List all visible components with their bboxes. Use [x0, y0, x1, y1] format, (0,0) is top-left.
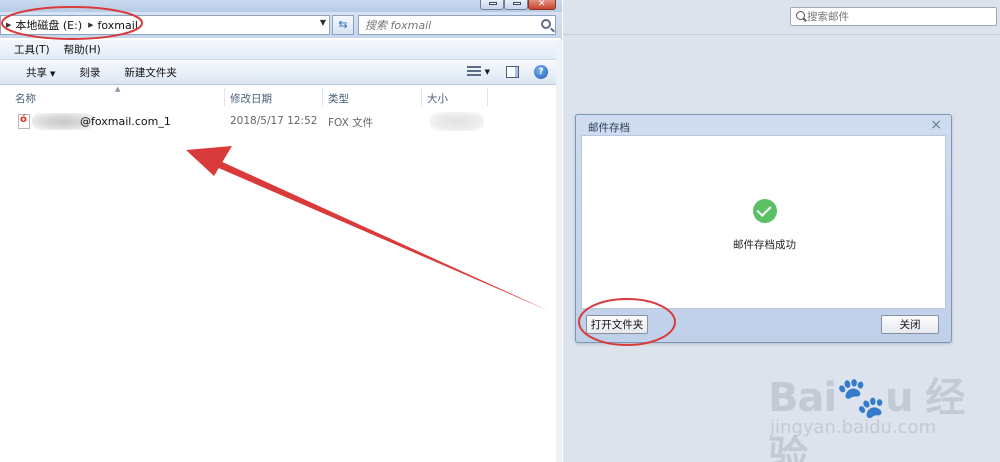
address-bar: ▶ 本地磁盘 (E:) ▶ foxmail ▼ ⇆ [0, 12, 562, 38]
burn-button[interactable]: 刻录 [73, 65, 106, 80]
explorer-titlebar: ✕ [0, 0, 562, 12]
redacted-file-size [430, 112, 484, 131]
file-type: FOX 文件 [328, 117, 374, 129]
share-label: 共享 [26, 67, 47, 79]
breadcrumb-drive[interactable]: 本地磁盘 (E:) [15, 17, 82, 33]
column-header: ▲ 名称 修改日期 类型 大小 [0, 85, 556, 108]
sort-ascending-icon: ▲ [115, 85, 121, 93]
toolbar-right: ▼ ? [466, 65, 548, 79]
close-icon[interactable]: × [930, 117, 942, 133]
baidu-logo: Bai🐾u 经验 [768, 375, 965, 462]
menu-tools[interactable]: 工具(T) [0, 42, 57, 57]
minimize-icon [489, 2, 497, 5]
address-box[interactable]: ▶ 本地磁盘 (E:) ▶ foxmail ▼ [0, 15, 330, 35]
column-divider[interactable] [224, 88, 225, 106]
file-name: @foxmail.com_1 [80, 115, 171, 128]
window-close-button[interactable]: ✕ [528, 0, 556, 10]
file-modified-date: 2018/5/17 12:52 [230, 115, 318, 127]
open-folder-button[interactable]: 打开文件夹 [586, 315, 648, 334]
refresh-button[interactable]: ⇆ [332, 15, 354, 35]
explorer-scrollbar[interactable] [556, 40, 562, 462]
maximize-button[interactable] [504, 0, 528, 10]
search-icon[interactable] [541, 19, 551, 29]
archive-dialog: 邮件存档 × 邮件存档成功 打开文件夹 关闭 [575, 114, 952, 343]
refresh-icon: ⇆ [338, 18, 348, 31]
chevron-down-icon: ▼ [50, 70, 56, 78]
column-divider[interactable] [487, 88, 488, 106]
column-modified[interactable]: 修改日期 [230, 91, 272, 106]
close-button[interactable]: 关闭 [881, 315, 939, 334]
dialog-message: 邮件存档成功 [733, 239, 796, 251]
success-check-icon [753, 199, 777, 223]
explorer-search-input[interactable] [365, 18, 535, 32]
column-type[interactable]: 类型 [328, 91, 349, 106]
preview-pane-icon[interactable] [506, 66, 519, 78]
command-bar: 共享 ▼ 刻录 新建文件夹 ▼ ? [0, 61, 556, 85]
breadcrumb-arrow-icon[interactable]: ▶ [88, 21, 93, 29]
chevron-down-icon[interactable]: ▼ [485, 68, 490, 76]
mail-search-box[interactable] [790, 7, 997, 26]
menu-bar: 工具(T) 帮助(H) [0, 40, 556, 60]
file-list[interactable] [0, 108, 556, 462]
breadcrumb-arrow-icon[interactable]: ▶ [6, 21, 11, 29]
mail-search-input[interactable] [807, 9, 987, 24]
watermark-url: jingyan.baidu.com [770, 417, 937, 438]
column-size[interactable]: 大小 [427, 91, 448, 106]
dialog-body: 邮件存档成功 [581, 135, 946, 309]
breadcrumb-folder[interactable]: foxmail [98, 19, 138, 32]
explorer-window: ✕ ▶ 本地磁盘 (E:) ▶ foxmail ▼ ⇆ 工具(T) 帮助(H) … [0, 0, 562, 462]
baidu-watermark: Bai🐾u 经验 jingyan.baidu.com [768, 365, 998, 462]
column-divider[interactable] [421, 88, 422, 106]
menu-help[interactable]: 帮助(H) [57, 42, 108, 57]
divider [563, 34, 1000, 35]
file-row[interactable]: @foxmail.com_1 2018/5/17 12:52 FOX 文件 [14, 112, 494, 132]
search-icon [796, 11, 805, 20]
share-button[interactable]: 共享 ▼ [20, 65, 61, 80]
close-icon: ✕ [538, 0, 546, 9]
dialog-title: 邮件存档 [588, 122, 630, 134]
address-dropdown-icon[interactable]: ▼ [320, 18, 326, 27]
foxmail-file-icon [18, 114, 30, 129]
views-icon[interactable] [466, 66, 481, 78]
maximize-icon [513, 2, 521, 5]
column-divider[interactable] [322, 88, 323, 106]
column-name[interactable]: 名称 [15, 91, 36, 106]
minimize-button[interactable] [480, 0, 504, 10]
explorer-search-box[interactable] [358, 15, 556, 35]
new-folder-button[interactable]: 新建文件夹 [118, 65, 183, 80]
help-icon[interactable]: ? [534, 65, 548, 79]
